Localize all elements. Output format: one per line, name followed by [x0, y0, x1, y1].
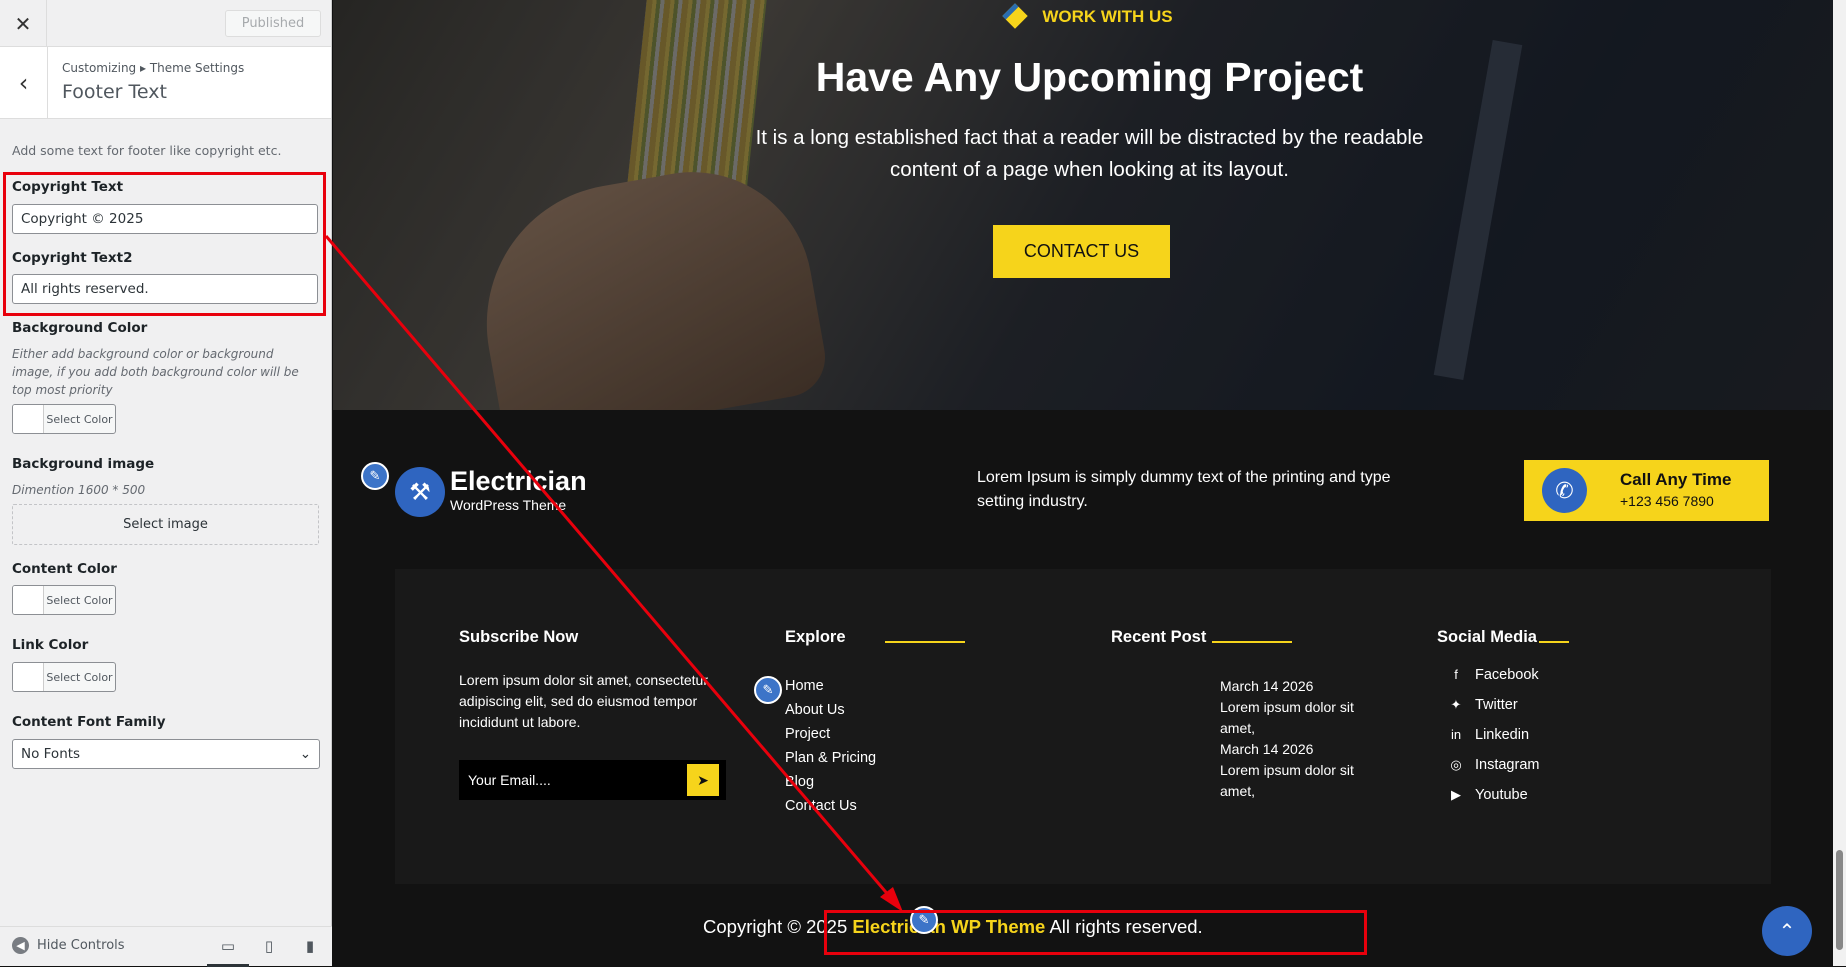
section-description: Add some text for footer like copyright … [12, 143, 282, 158]
font-family-label: Content Font Family [12, 714, 166, 730]
font-family-select[interactable]: No Fonts ⌄ [12, 739, 320, 769]
close-icon[interactable]: ✕ [0, 0, 47, 47]
background-color-label: Background Color [12, 320, 148, 336]
heading-underline [1539, 641, 1569, 643]
explore-link[interactable]: Project [785, 724, 876, 748]
edit-pencil-icon[interactable]: ✎ [361, 462, 389, 490]
explore-heading: Explore [785, 628, 846, 646]
explore-link[interactable]: About Us [785, 700, 876, 724]
call-any-time-box[interactable]: ✆ Call Any Time +123 456 7890 [1524, 460, 1769, 521]
hide-controls-button[interactable]: ◀ Hide Controls [12, 937, 125, 954]
back-arrow-icon[interactable]: ‹ [0, 47, 48, 119]
social-label: Youtube [1475, 787, 1528, 803]
email-input[interactable]: Your Email.... [459, 760, 726, 800]
edit-pencil-icon[interactable]: ✎ [754, 676, 782, 704]
hero-text: It is a long established fact that a rea… [755, 126, 1424, 181]
customizer-footer: ◀ Hide Controls ▭ ▯ ▮ [0, 926, 332, 967]
explore-link[interactable]: Contact Us [785, 796, 876, 820]
subscribe-heading: Subscribe Now [459, 628, 579, 646]
explore-link[interactable]: Home [785, 676, 876, 700]
logo-subtitle: WordPress Theme [450, 497, 567, 513]
back-to-top-icon[interactable]: ⌃ [1762, 906, 1812, 956]
logo-name[interactable]: Electrician [450, 466, 587, 497]
heading-underline [885, 641, 965, 643]
link-color-button[interactable]: Select Color [12, 662, 116, 692]
linkedin-icon: in [1450, 727, 1462, 742]
explore-links: Home About Us Project Plan & Pricing Blo… [785, 676, 876, 820]
post-title[interactable]: Lorem ipsum dolor sit amet, [1220, 760, 1370, 802]
social-media-heading: Social Media [1437, 628, 1537, 646]
explore-link[interactable]: Blog [785, 772, 876, 796]
color-swatch [13, 663, 44, 691]
mobile-preview-icon[interactable]: ▮ [289, 937, 331, 955]
highlight-box-copyright [824, 910, 1367, 955]
social-links: f Facebook ✦ Twitter in Linkedin ◎ Instagram… [1443, 660, 1539, 810]
hero-section: WORK WITH US Have Any Upcoming Project I… [333, 0, 1846, 410]
content-color-label: Content Color [12, 561, 117, 577]
select-image-button[interactable]: Select image [12, 504, 319, 545]
background-color-hint: Either add background color or backgroun… [12, 347, 299, 397]
social-link-facebook[interactable]: f Facebook [1443, 660, 1539, 690]
diamond-icon [1002, 3, 1029, 29]
hero-title: Have Any Upcoming Project [815, 54, 1364, 100]
customizer-topbar: ✕ Published [0, 0, 331, 47]
post-date: March 14 2026 [1220, 678, 1314, 694]
background-image-label: Background image [12, 456, 155, 472]
social-link-youtube[interactable]: ▶ Youtube [1443, 780, 1539, 810]
select-color-label: Select Color [46, 670, 113, 684]
section-header: ‹ Customizing ▸ Theme Settings Footer Te… [0, 47, 331, 119]
background-image-hint: Dimention 1600 * 500 [12, 483, 146, 497]
font-family-value: No Fonts [21, 746, 81, 762]
contact-us-button[interactable]: CONTACT US [993, 225, 1170, 278]
hide-controls-label: Hide Controls [37, 938, 125, 953]
electrician-logo-icon[interactable]: ⚒ [395, 467, 445, 517]
heading-underline [1212, 641, 1292, 643]
select-color-label: Select Color [46, 593, 113, 607]
hero-eyebrow-text: WORK WITH US [1042, 7, 1173, 26]
subscribe-text: Lorem ipsum dolor sit amet, consectetur … [459, 672, 708, 730]
section-title: Footer Text [62, 81, 167, 103]
social-label: Linkedin [1475, 727, 1530, 743]
link-color-label: Link Color [12, 637, 89, 653]
published-button[interactable]: Published [225, 10, 321, 37]
social-link-twitter[interactable]: ✦ Twitter [1443, 690, 1539, 720]
breadcrumb: Customizing ▸ Theme Settings [62, 61, 245, 75]
phone-icon: ✆ [1542, 468, 1587, 513]
call-number: +123 456 7890 [1620, 493, 1714, 509]
post-date: March 14 2026 [1220, 741, 1314, 757]
social-link-linkedin[interactable]: in Linkedin [1443, 720, 1539, 750]
youtube-icon: ▶ [1451, 787, 1461, 802]
collapse-icon: ◀ [12, 937, 29, 954]
social-label: Facebook [1475, 667, 1539, 683]
customizer-panel: ✕ Published ‹ Customizing ▸ Theme Settin… [0, 0, 332, 967]
color-swatch [13, 586, 44, 614]
background-color-button[interactable]: Select Color [12, 404, 116, 434]
highlight-box-settings [3, 172, 326, 316]
recent-post-heading: Recent Post [1111, 628, 1207, 646]
footer-lead-text: Lorem Ipsum is simply dummy text of the … [977, 469, 1391, 510]
social-label: Twitter [1475, 697, 1518, 713]
site-preview: WORK WITH US Have Any Upcoming Project I… [333, 0, 1846, 966]
desktop-preview-icon[interactable]: ▭ [207, 937, 249, 967]
scrollbar[interactable] [1833, 0, 1846, 966]
select-color-label: Select Color [46, 412, 113, 426]
content-color-button[interactable]: Select Color [12, 585, 116, 615]
facebook-icon: f [1454, 667, 1458, 682]
social-label: Instagram [1475, 757, 1540, 773]
post-title[interactable]: Lorem ipsum dolor sit amet, [1220, 697, 1370, 739]
instagram-icon: ◎ [1450, 757, 1462, 772]
color-swatch [13, 405, 44, 433]
tablet-preview-icon[interactable]: ▯ [248, 937, 290, 955]
scrollbar-thumb[interactable] [1836, 850, 1843, 950]
explore-link[interactable]: Plan & Pricing [785, 748, 876, 772]
send-icon[interactable]: ➤ [687, 764, 719, 796]
recent-posts: March 14 2026 Lorem ipsum dolor sit amet… [1220, 676, 1370, 802]
call-title: Call Any Time [1620, 470, 1732, 489]
social-link-instagram[interactable]: ◎ Instagram [1443, 750, 1539, 780]
hero-eyebrow: WORK WITH US [333, 3, 1846, 29]
twitter-icon: ✦ [1450, 697, 1462, 712]
chevron-down-icon: ⌄ [299, 746, 311, 762]
